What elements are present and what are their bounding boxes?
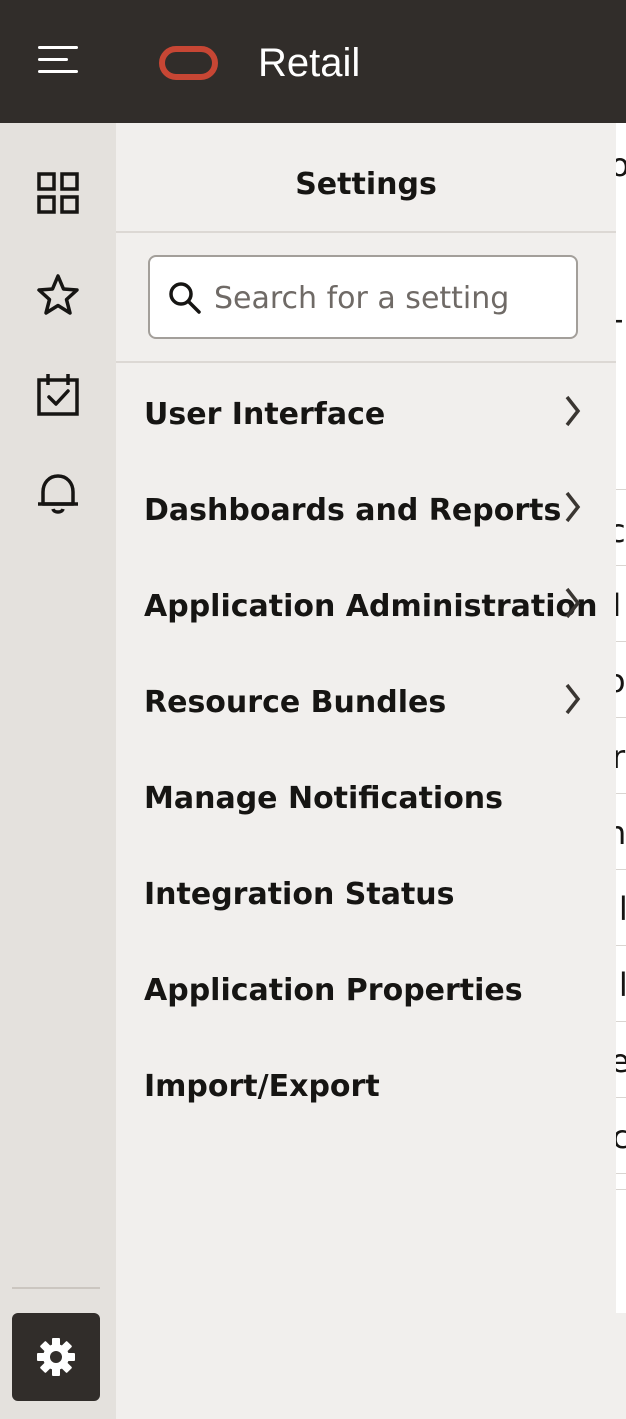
background-text: il <box>616 966 626 1004</box>
background-text: n <box>616 813 626 853</box>
background-divider <box>616 869 626 870</box>
background-text: ca <box>616 1118 626 1156</box>
calendar-check-icon[interactable] <box>28 365 88 425</box>
background-divider <box>616 717 626 718</box>
chevron-right-icon <box>565 587 581 619</box>
background-divider <box>616 1021 626 1022</box>
app-title: Retail <box>258 41 361 85</box>
background-divider <box>616 565 626 566</box>
search-divider <box>116 361 616 363</box>
background-text: c <box>616 512 626 550</box>
background-page: ol - c I o r n il il e ca <box>616 123 626 1313</box>
app-header: Retail <box>0 0 626 123</box>
menu-item-import-export[interactable]: Import/Export <box>116 1039 616 1135</box>
menu-item-label: Dashboards and Reports <box>144 493 562 528</box>
background-divider <box>616 1173 626 1174</box>
chevron-right-icon <box>565 683 581 715</box>
background-divider <box>616 945 626 946</box>
settings-title: Settings <box>295 167 437 202</box>
title-divider <box>116 231 616 233</box>
menu-item-manage-notifications[interactable]: Manage Notifications <box>116 751 616 847</box>
settings-button[interactable] <box>12 1313 100 1401</box>
menu-item-label: Resource Bundles <box>144 685 447 720</box>
left-rail <box>0 123 116 1419</box>
star-icon[interactable] <box>28 265 88 325</box>
menu-item-resource-bundles[interactable]: Resource Bundles <box>116 655 616 751</box>
menu-item-label: Manage Notifications <box>144 781 504 816</box>
menu-item-user-interface[interactable]: User Interface <box>116 367 616 463</box>
background-text: e <box>616 1042 626 1080</box>
settings-search-input[interactable] <box>214 275 564 321</box>
bell-icon[interactable] <box>28 463 88 523</box>
background-text: I <box>616 586 622 624</box>
background-text: - <box>616 299 624 339</box>
background-text: r <box>616 738 626 776</box>
chevron-right-icon <box>565 491 581 523</box>
background-text: il <box>616 890 626 928</box>
menu-item-integration-status[interactable]: Integration Status <box>116 847 616 943</box>
menu-item-label: Integration Status <box>144 877 455 912</box>
menu-item-application-properties[interactable]: Application Properties <box>116 943 616 1039</box>
menu-item-label: User Interface <box>144 397 386 432</box>
background-text: ol <box>616 146 626 184</box>
menu-item-label: Application Administration <box>144 589 598 624</box>
dashboard-grid-icon[interactable] <box>28 163 88 223</box>
menu-item-dashboards-and-reports[interactable]: Dashboards and Reports <box>116 463 616 559</box>
menu-item-application-administration[interactable]: Application Administration <box>116 559 616 655</box>
background-divider <box>616 489 626 490</box>
background-text: o <box>616 661 626 701</box>
settings-panel: Settings User Interface Dashboards and R… <box>116 123 616 1419</box>
settings-search-box <box>148 255 578 339</box>
menu-item-label: Application Properties <box>144 973 523 1008</box>
chevron-right-icon <box>565 395 581 427</box>
search-icon <box>169 282 201 314</box>
rail-divider <box>12 1287 100 1289</box>
background-divider <box>616 641 626 642</box>
gear-icon <box>37 1338 75 1376</box>
hamburger-menu-icon[interactable] <box>30 38 86 86</box>
oracle-logo-icon <box>159 46 218 80</box>
background-divider <box>616 1097 626 1098</box>
background-divider <box>616 1189 626 1190</box>
menu-item-label: Import/Export <box>144 1069 380 1104</box>
background-divider <box>616 793 626 794</box>
